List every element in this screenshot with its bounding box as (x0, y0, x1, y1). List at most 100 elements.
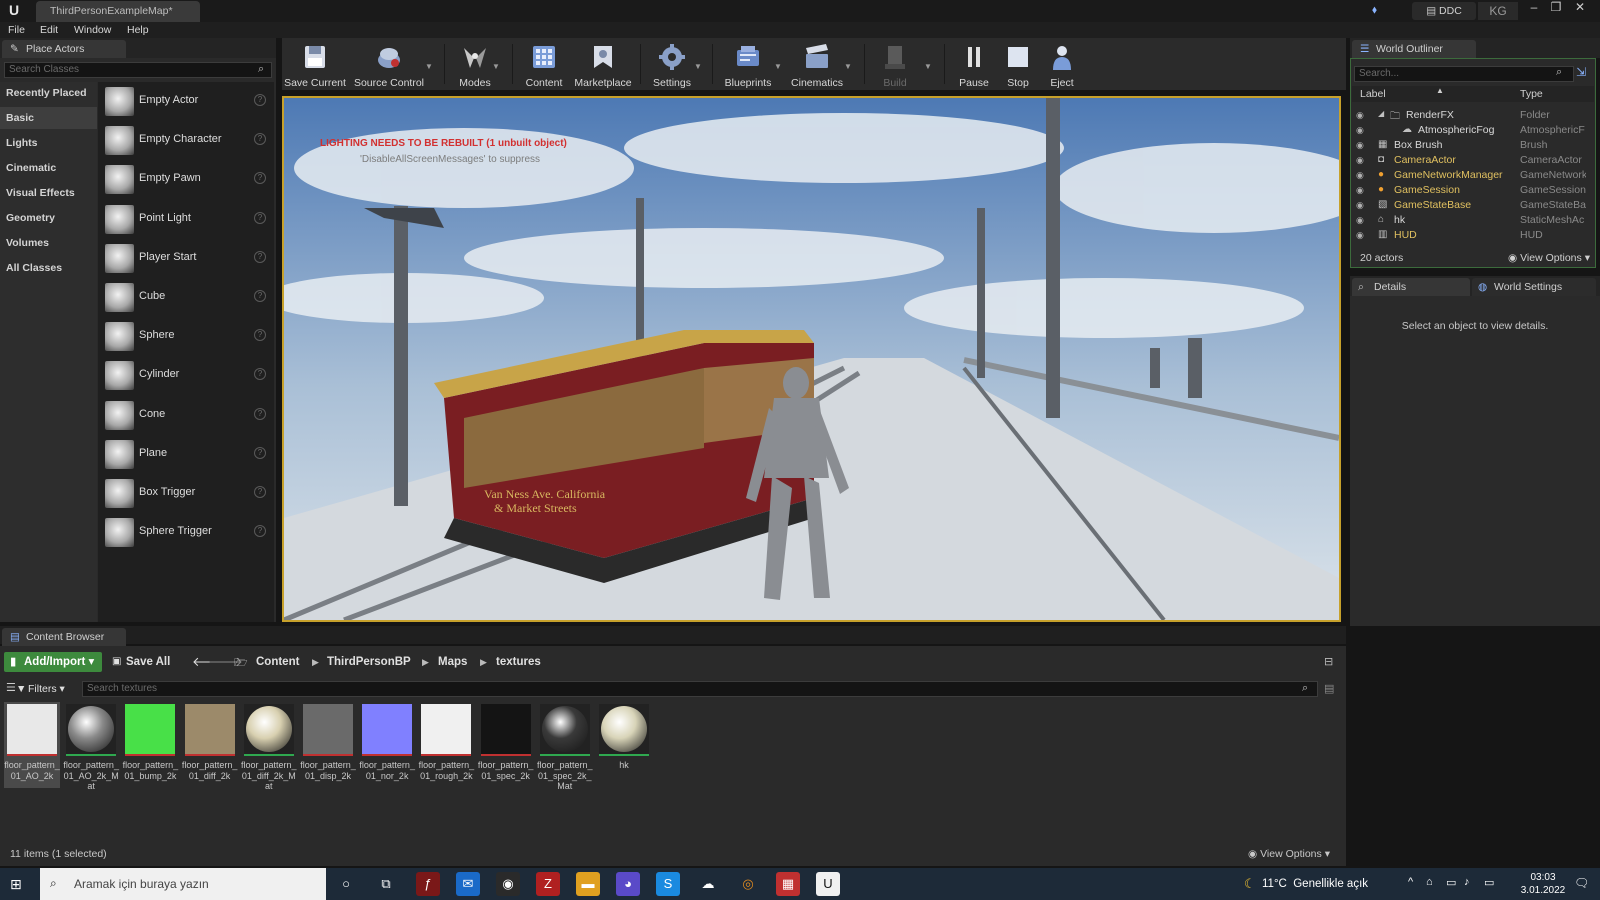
skype-icon[interactable]: S (656, 872, 680, 896)
eject-button[interactable]: Eject (1040, 38, 1084, 90)
breadcrumb-chevron-icon[interactable]: ▶ (312, 652, 319, 672)
help-icon[interactable]: ? (254, 211, 266, 224)
actor-item-cube[interactable]: Cube? (98, 278, 274, 317)
label-column-header[interactable]: Label (1360, 88, 1386, 100)
asset-tile[interactable]: floor_pattern_01_rough_2k (418, 702, 474, 788)
breadcrumb-textures[interactable]: textures (496, 652, 541, 672)
blender-icon[interactable]: ◎ (736, 872, 760, 896)
category-basic[interactable]: Basic (0, 107, 97, 129)
outliner-row[interactable]: ◉ ● GameNetworkManager GameNetwork (1352, 168, 1588, 183)
menu-edit[interactable]: Edit (40, 22, 58, 38)
folder-icon[interactable]: 🗁 (234, 654, 248, 673)
outliner-row[interactable]: ◉ ☁ AtmosphericFog AtmosphericF (1352, 123, 1588, 138)
cinematics-dropdown-icon[interactable]: ▼ (844, 62, 852, 71)
build-dropdown-icon[interactable]: ▼ (924, 62, 932, 71)
visibility-eye-icon[interactable]: ◉ (1356, 140, 1368, 150)
settings-button[interactable]: Settings (646, 38, 698, 90)
menu-window[interactable]: Window (74, 22, 111, 38)
pause-button[interactable]: Pause (952, 38, 996, 90)
blueprints-dropdown-icon[interactable]: ▼ (774, 62, 782, 71)
chrome-icon[interactable]: ◉ (496, 872, 520, 896)
expand-arrow-icon[interactable]: ◢ (1378, 109, 1390, 121)
filters-button[interactable]: ▼ Filters ▾ (6, 681, 78, 697)
content-view-options[interactable]: ◉ View Options ▾ (1248, 848, 1330, 860)
stop-button[interactable]: Stop (996, 38, 1040, 90)
unreal-logo-icon[interactable]: U (6, 2, 22, 20)
app-icon-grid[interactable]: ▦ (776, 872, 800, 896)
actor-item-pawn[interactable]: Empty Pawn? (98, 160, 274, 199)
world-outliner-tab[interactable]: ☰ World Outliner (1352, 40, 1476, 58)
settings-dropdown-icon[interactable]: ▼ (694, 62, 702, 71)
help-icon[interactable]: ? (254, 172, 266, 185)
actor-item-character[interactable]: Empty Character? (98, 121, 274, 160)
close-icon[interactable]: ✕ (1568, 0, 1592, 18)
details-tab[interactable]: ⌕ Details (1352, 278, 1470, 296)
outliner-row[interactable]: ◉ ● GameSession GameSession (1352, 183, 1588, 198)
weather-widget[interactable]: 11°C Genellikle açık (1262, 878, 1368, 890)
source-control-status-icon[interactable]: ⬧ (1372, 4, 1386, 18)
category-cinematic[interactable]: Cinematic (0, 157, 97, 179)
category-all-classes[interactable]: All Classes (0, 257, 97, 279)
filezilla-icon[interactable]: Z (536, 872, 560, 896)
build-button[interactable]: Build (872, 38, 918, 90)
marketplace-button[interactable]: Marketplace (572, 38, 634, 90)
blueprints-button[interactable]: Blueprints (718, 38, 778, 90)
save-search-icon[interactable]: ▤ (1324, 682, 1334, 695)
asset-tile[interactable]: floor_pattern_01_nor_2k (359, 702, 415, 788)
cinematics-button[interactable]: Cinematics (786, 38, 848, 90)
category-recently-placed[interactable]: Recently Placed (0, 82, 97, 104)
minimize-icon[interactable]: – (1522, 0, 1546, 18)
help-icon[interactable]: ? (254, 94, 266, 106)
user-badge[interactable]: KG (1478, 2, 1518, 20)
cortana-icon[interactable]: ○ (334, 872, 358, 896)
discord-icon[interactable]: ◕ (616, 872, 640, 896)
maximize-icon[interactable]: ❐ (1544, 0, 1568, 18)
visibility-eye-icon[interactable]: ◉ (1356, 185, 1368, 195)
asset-tile[interactable]: floor_pattern_01_AO_2k_Mat (63, 702, 119, 791)
breadcrumb-maps[interactable]: Maps (438, 652, 467, 672)
app-icon-red[interactable]: ƒ (416, 872, 440, 896)
asset-tile[interactable]: floor_pattern_01_diff_2k (182, 702, 238, 788)
search-icon[interactable]: ⌕ (258, 63, 264, 76)
search-classes-input[interactable]: Search Classes (4, 62, 272, 78)
menu-file[interactable]: File (8, 22, 25, 38)
menu-help[interactable]: Help (127, 22, 149, 38)
task-view-icon[interactable]: ⧉ (374, 872, 398, 896)
visibility-eye-icon[interactable]: ◉ (1356, 200, 1368, 210)
save-current-button[interactable]: Save Current (284, 38, 346, 90)
type-column-header[interactable]: Type (1520, 88, 1543, 100)
battery-icon[interactable]: ▭ (1484, 876, 1494, 889)
breadcrumb-thirdpersonbp[interactable]: ThirdPersonBP (327, 652, 411, 672)
category-volumes[interactable]: Volumes (0, 232, 97, 254)
breadcrumb-chevron-icon[interactable]: ▶ (422, 652, 429, 672)
help-icon[interactable]: ? (254, 407, 266, 420)
help-icon[interactable]: ? (254, 329, 266, 342)
asset-tile[interactable]: floor_pattern_01_diff_2k_Mat (241, 702, 297, 791)
lock-icon[interactable]: ⊟ (1324, 655, 1333, 668)
asset-tile[interactable]: floor_pattern_01_AO_2k (4, 702, 60, 788)
outliner-view-options[interactable]: ◉ View Options ▾ (1508, 252, 1590, 264)
volume-icon[interactable]: ♪ (1464, 876, 1470, 888)
asset-tile[interactable]: floor_pattern_01_spec_2k_Mat (537, 702, 593, 791)
search-icon[interactable]: ⌕ (1302, 682, 1308, 695)
source-control-dropdown-icon[interactable]: ▼ (425, 62, 433, 71)
outliner-row[interactable]: ◉ ◘ CameraActor CameraActor (1352, 153, 1588, 168)
visibility-eye-icon[interactable]: ◉ (1356, 110, 1368, 120)
unreal-engine-icon[interactable]: U (816, 872, 840, 896)
chevron-up-icon[interactable]: ^ (1408, 876, 1413, 888)
actor-item-cylinder[interactable]: Cylinder? (98, 356, 274, 395)
outliner-row[interactable]: ◉ ◢ 🗀 RenderFX Folder (1352, 108, 1588, 123)
sort-ascending-icon[interactable]: ▲ (1436, 86, 1444, 95)
level-viewport[interactable]: Van Ness Ave. California & Market Street… (282, 96, 1341, 622)
search-icon[interactable]: ⌕ (1556, 66, 1562, 79)
actor-item-sphere[interactable]: Sphere? (98, 317, 274, 356)
asset-tile[interactable]: floor_pattern_01_bump_2k (122, 702, 178, 788)
actor-item-plane[interactable]: Plane? (98, 435, 274, 474)
breadcrumb-content[interactable]: Content (256, 652, 299, 672)
ddc-button[interactable]: ▤ DDC (1412, 2, 1476, 20)
outliner-row[interactable]: ◉ ▧ GameStateBase GameStateBa (1352, 198, 1588, 213)
app-icon-cloud[interactable]: ☁ (696, 872, 720, 896)
breadcrumb-chevron-icon[interactable]: ▶ (480, 652, 487, 672)
world-settings-tab[interactable]: ◍ World Settings (1472, 278, 1596, 296)
visibility-eye-icon[interactable]: ◉ (1356, 170, 1368, 180)
